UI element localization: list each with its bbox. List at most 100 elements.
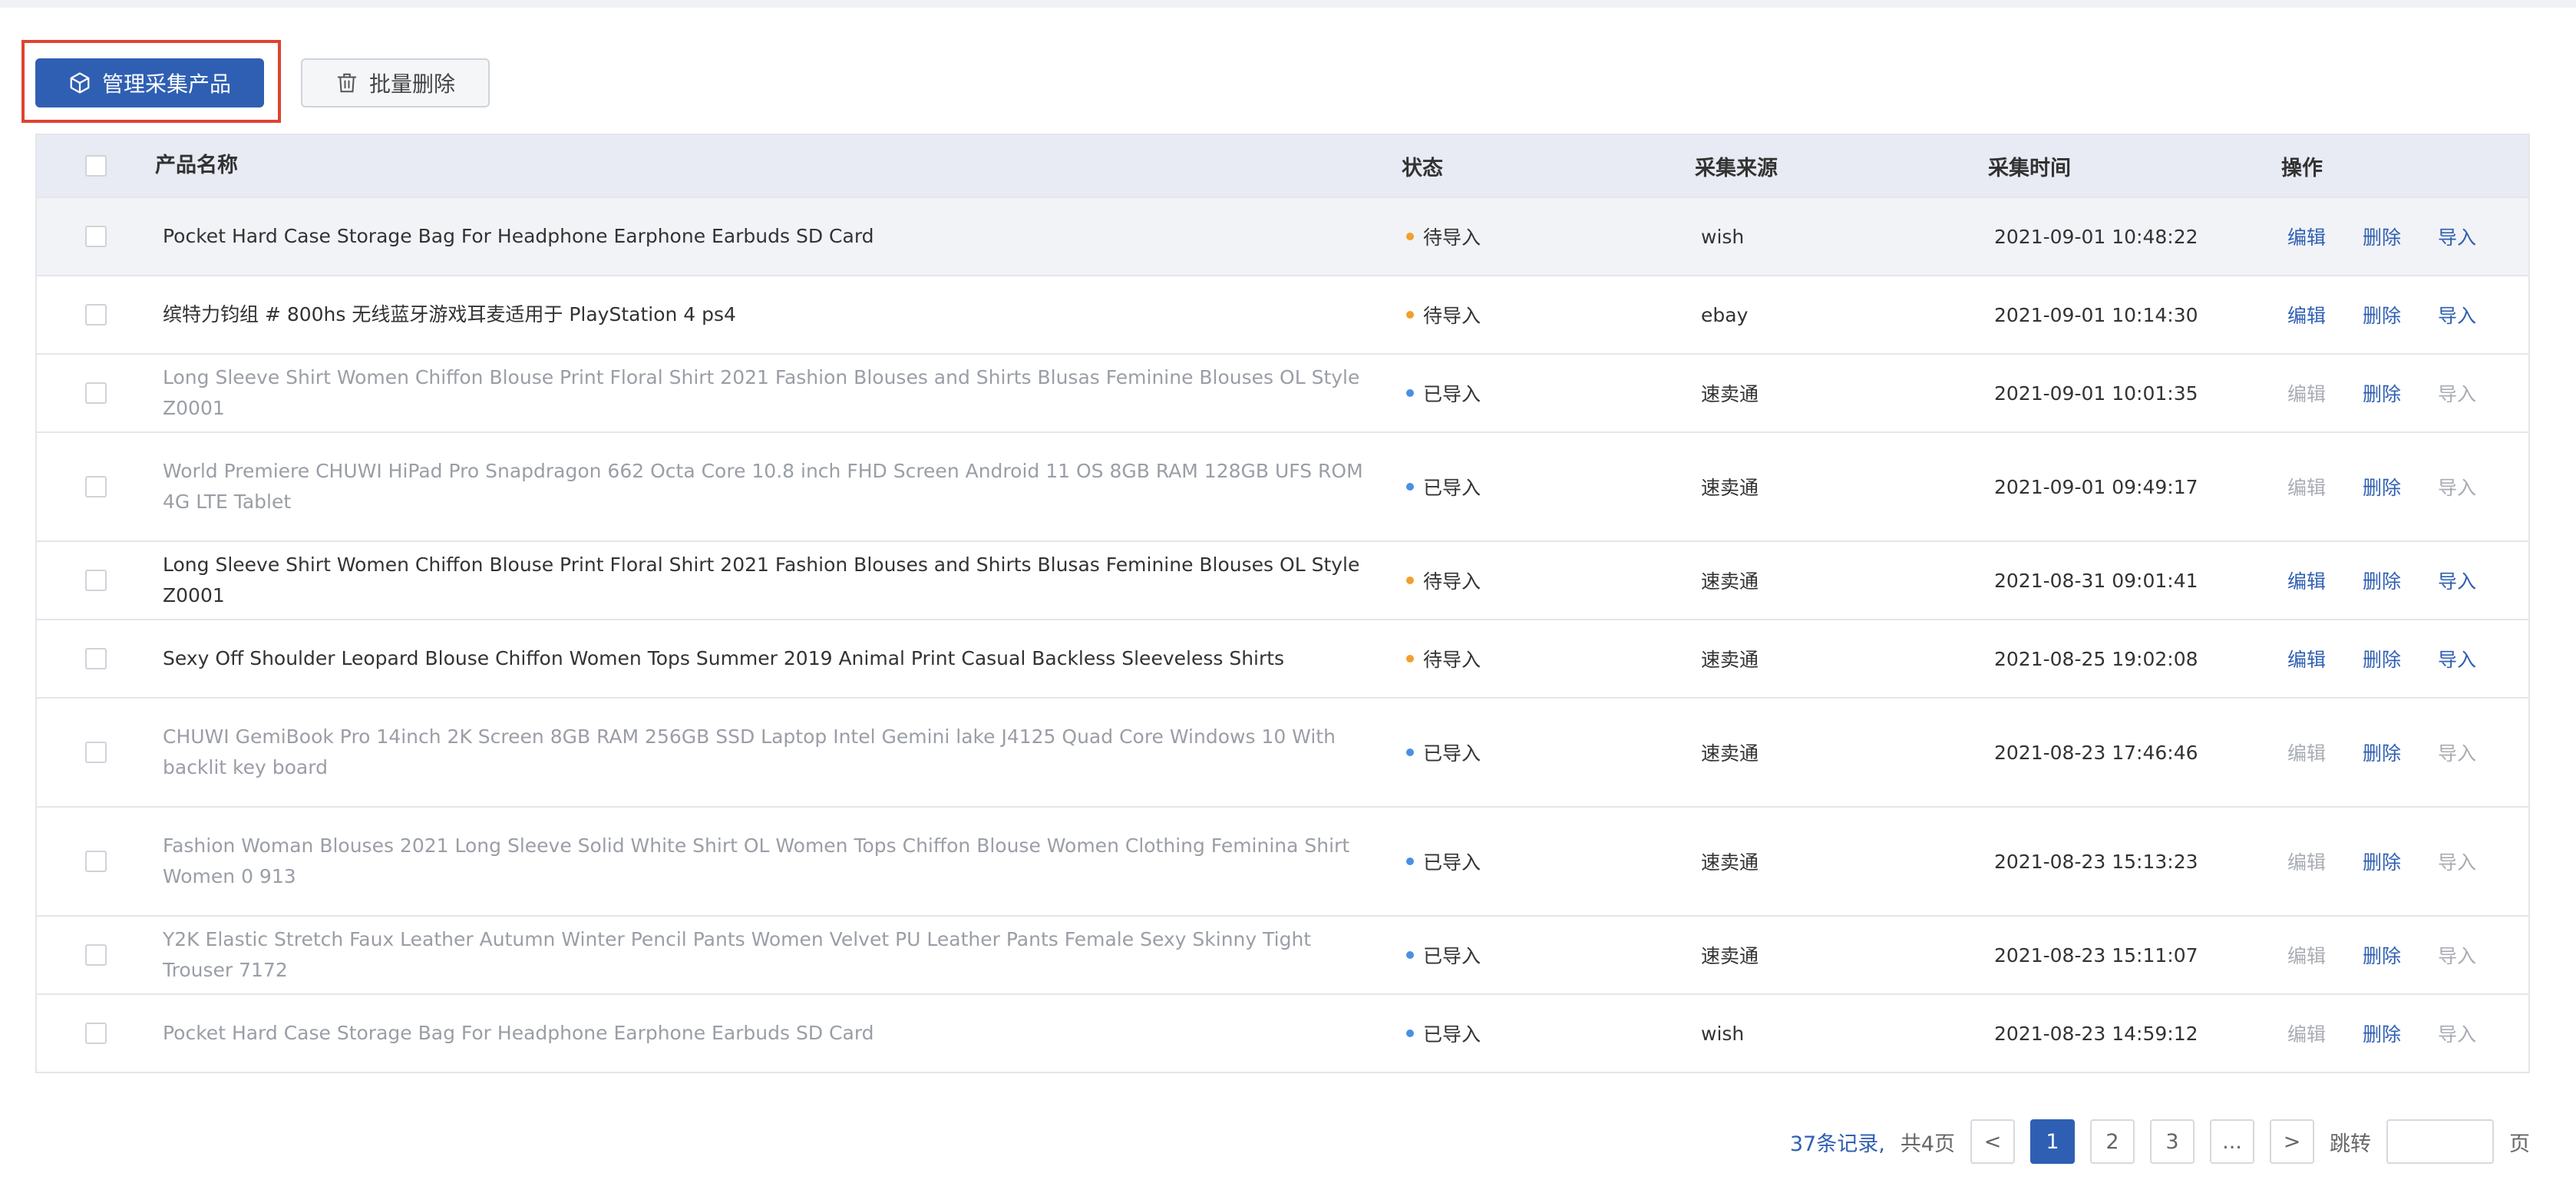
product-name: Pocket Hard Case Storage Bag For Headpho… (163, 1022, 874, 1044)
import-link[interactable]: 导入 (2438, 301, 2476, 329)
trash-icon (335, 71, 358, 94)
delete-link[interactable]: 删除 (2363, 223, 2401, 250)
table-row: World Premiere CHUWI HiPad Pro Snapdrago… (37, 431, 2528, 540)
edit-link[interactable]: 编辑 (2287, 223, 2326, 250)
delete-link[interactable]: 删除 (2363, 941, 2401, 969)
status-text: 待导入 (1423, 226, 1481, 249)
row-checkbox[interactable] (85, 648, 107, 669)
row-checkbox[interactable] (85, 851, 107, 872)
delete-link[interactable]: 删除 (2363, 739, 2401, 766)
row-checkbox[interactable] (85, 382, 107, 404)
import-link: 导入 (2438, 1023, 2477, 1046)
delete-link[interactable]: 删除 (2363, 301, 2401, 329)
table-row: Sexy Off Shoulder Leopard Blouse Chiffon… (37, 619, 2528, 697)
product-name: CHUWI GemiBook Pro 14inch 2K Screen 8GB … (163, 725, 1336, 778)
collect-time: 2021-08-23 14:59:12 (1994, 1022, 2198, 1045)
row-checkbox[interactable] (85, 742, 107, 763)
status-text: 已导入 (1423, 851, 1481, 874)
status-dot (1406, 311, 1414, 319)
prev-page-button[interactable]: < (1970, 1119, 2015, 1164)
table-row: 缤特力钧组 # 800hs 无线蓝牙游戏耳麦适用于 PlayStation 4 … (37, 275, 2528, 353)
product-name: 缤特力钧组 # 800hs 无线蓝牙游戏耳麦适用于 PlayStation 4 … (163, 303, 736, 326)
collect-source: 速卖通 (1701, 477, 1759, 499)
collect-source: 速卖通 (1701, 742, 1759, 765)
delete-link[interactable]: 删除 (2363, 848, 2401, 875)
jump-page-input[interactable] (2386, 1119, 2494, 1164)
product-name: Fashion Woman Blouses 2021 Long Sleeve S… (163, 834, 1350, 887)
collect-source: wish (1701, 225, 1745, 248)
product-table: 产品名称 状态 采集来源 采集时间 操作 Pocket Hard Case St… (35, 134, 2530, 1073)
header-status: 状态 (1402, 156, 1443, 180)
table-header: 产品名称 状态 采集来源 采集时间 操作 (37, 135, 2528, 197)
edit-link: 编辑 (2287, 945, 2327, 967)
collect-time: 2021-09-01 10:01:35 (1994, 382, 2198, 405)
row-checkbox[interactable] (85, 304, 107, 326)
status-dot (1406, 1029, 1414, 1037)
table-row: Y2K Elastic Stretch Faux Leather Autumn … (37, 915, 2528, 993)
collect-source: 速卖通 (1701, 570, 1759, 593)
manage-collected-products-button[interactable]: 管理采集产品 (35, 58, 264, 107)
import-link: 导入 (2438, 945, 2477, 967)
header-operations: 操作 (2281, 156, 2323, 180)
product-name: Sexy Off Shoulder Leopard Blouse Chiffon… (163, 647, 1285, 669)
page: 管理采集产品 批量删除 产品名称 状态 采集来源 采集时间 操作 Pocket … (0, 8, 2576, 1193)
import-link: 导入 (2438, 383, 2477, 405)
table-row: CHUWI GemiBook Pro 14inch 2K Screen 8GB … (37, 697, 2528, 806)
manage-button-label: 管理采集产品 (101, 71, 231, 97)
delete-link[interactable]: 删除 (2363, 1020, 2401, 1047)
page-ellipsis[interactable]: ... (2210, 1119, 2254, 1164)
header-product-name: 产品名称 (155, 154, 238, 177)
next-page-button[interactable]: > (2270, 1119, 2314, 1164)
collect-time: 2021-08-25 19:02:08 (1994, 647, 2198, 670)
table-row: Long Sleeve Shirt Women Chiffon Blouse P… (37, 540, 2528, 619)
product-name: Long Sleeve Shirt Women Chiffon Blouse P… (163, 554, 1360, 606)
batch-delete-button[interactable]: 批量删除 (301, 58, 490, 107)
row-checkbox[interactable] (85, 1023, 107, 1044)
status-dot (1406, 233, 1414, 240)
status-text: 已导入 (1423, 1023, 1481, 1046)
collect-source: ebay (1701, 303, 1749, 326)
pagination: 37条记录, 共4页 < 1 2 3 ... > 跳转 页 (1790, 1118, 2530, 1165)
row-checkbox[interactable] (85, 476, 107, 497)
import-link[interactable]: 导入 (2438, 645, 2476, 673)
table-row: Long Sleeve Shirt Women Chiffon Blouse P… (37, 353, 2528, 431)
status-text: 已导入 (1423, 945, 1481, 967)
status-dot (1406, 577, 1414, 584)
product-name: Y2K Elastic Stretch Faux Leather Autumn … (163, 928, 1312, 981)
collect-source: 速卖通 (1701, 851, 1759, 874)
delete-link[interactable]: 删除 (2363, 645, 2401, 673)
page-3-button[interactable]: 3 (2150, 1119, 2195, 1164)
import-link[interactable]: 导入 (2438, 567, 2476, 594)
edit-link: 编辑 (2287, 851, 2327, 874)
row-checkbox[interactable] (85, 226, 107, 247)
total-pages: 共4页 (1900, 1132, 1955, 1156)
edit-link: 编辑 (2287, 742, 2327, 765)
edit-link: 编辑 (2287, 383, 2327, 405)
product-name: World Premiere CHUWI HiPad Pro Snapdrago… (163, 460, 1363, 513)
import-link[interactable]: 导入 (2438, 223, 2476, 250)
collect-time: 2021-09-01 09:49:17 (1994, 475, 2198, 498)
page-2-button[interactable]: 2 (2090, 1119, 2135, 1164)
row-checkbox[interactable] (85, 944, 107, 966)
status-dot (1406, 951, 1414, 959)
product-name: Pocket Hard Case Storage Bag For Headpho… (163, 225, 874, 247)
select-all-checkbox[interactable] (85, 155, 107, 177)
page-1-button[interactable]: 1 (2030, 1119, 2075, 1164)
delete-link[interactable]: 删除 (2363, 473, 2401, 501)
edit-link[interactable]: 编辑 (2287, 567, 2326, 594)
status-dot (1406, 858, 1414, 865)
delete-link[interactable]: 删除 (2363, 567, 2401, 594)
status-dot (1406, 389, 1414, 397)
status-text: 待导入 (1423, 649, 1481, 671)
edit-link[interactable]: 编辑 (2287, 645, 2326, 673)
jump-label: 跳转 (2330, 1132, 2371, 1156)
edit-link[interactable]: 编辑 (2287, 301, 2326, 329)
collect-time: 2021-08-23 15:13:23 (1994, 850, 2198, 873)
row-checkbox[interactable] (85, 570, 107, 591)
cube-icon (68, 71, 91, 94)
collect-time: 2021-09-01 10:48:22 (1994, 225, 2198, 248)
delete-link[interactable]: 删除 (2363, 379, 2401, 407)
collect-time: 2021-08-31 09:01:41 (1994, 569, 2198, 592)
import-link: 导入 (2438, 851, 2477, 874)
import-link: 导入 (2438, 742, 2477, 765)
